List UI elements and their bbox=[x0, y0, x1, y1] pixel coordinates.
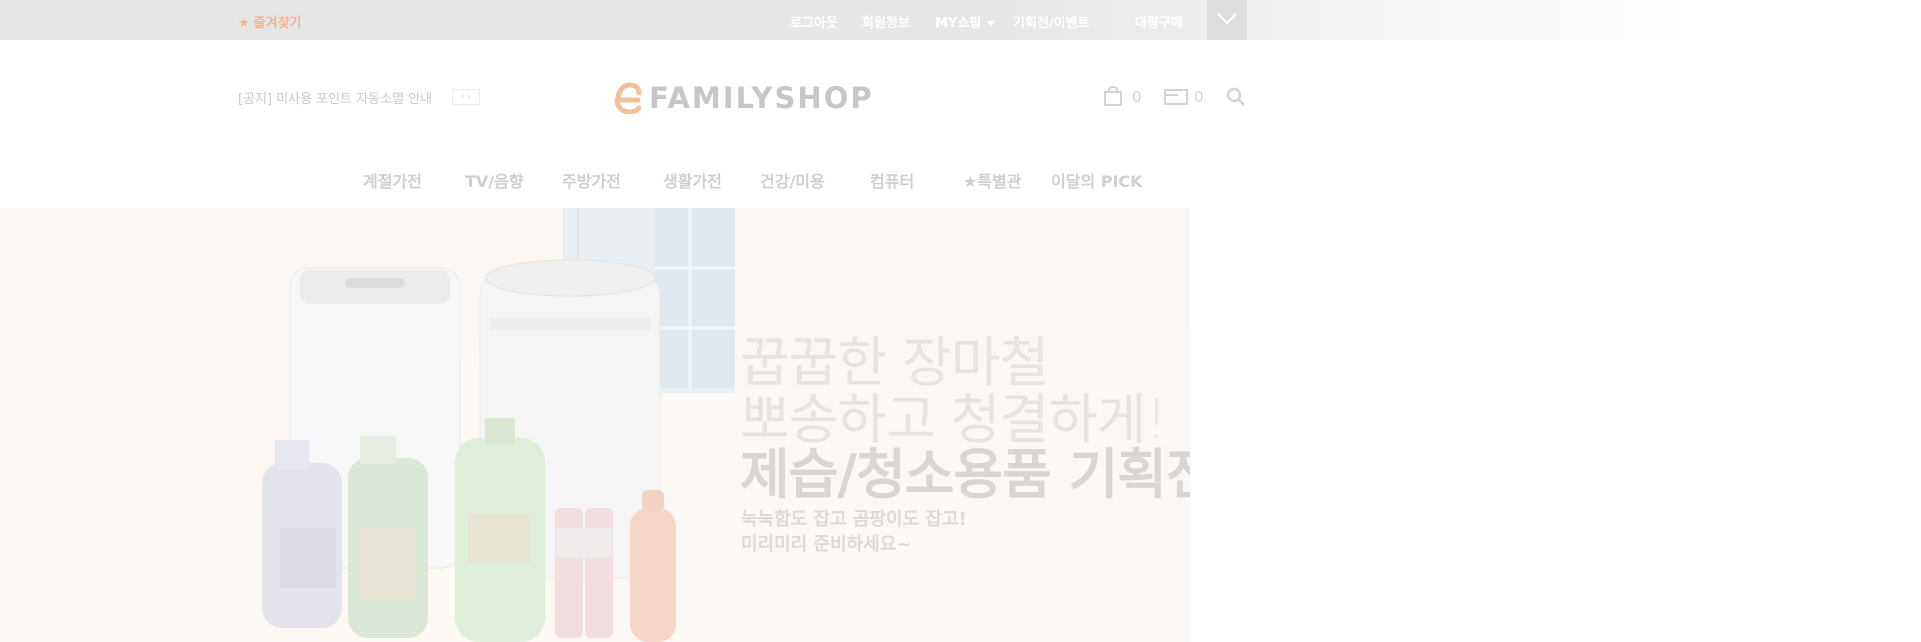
logout-link[interactable]: 로그아웃 bbox=[790, 12, 838, 31]
nav-home-appliances[interactable]: 생활가전 bbox=[663, 168, 722, 192]
top-utility-bar: ★ 즐겨찾기 로그아웃 회원정보 MY쇼핑 기획전/이벤트 대량구매 bbox=[0, 0, 1921, 40]
nav-computer[interactable]: 컴퓨터 bbox=[870, 168, 914, 192]
product-image bbox=[262, 208, 735, 642]
nav-health-beauty[interactable]: 건강/미용 bbox=[760, 168, 825, 192]
nav-special-hall[interactable]: ★특별관 bbox=[963, 168, 1022, 192]
caret-down-icon bbox=[987, 21, 996, 26]
my-shopping-menu[interactable]: MY쇼핑 bbox=[935, 12, 996, 31]
favorite-label: 즐겨찾기 bbox=[253, 16, 302, 31]
member-info-link[interactable]: 회원정보 bbox=[862, 12, 910, 31]
favorite-link[interactable]: ★ 즐겨찾기 bbox=[238, 12, 302, 31]
notice-ticker[interactable]: [공지] 미사용 포인트 자동소멸 안내 bbox=[238, 88, 432, 107]
star-icon: ★ bbox=[238, 16, 250, 31]
logo-text: FAMILYSHOP bbox=[649, 81, 874, 115]
nav-seasonal-appliances[interactable]: 계절가전 bbox=[363, 168, 422, 192]
main-navigation: 계절가전 TV/음향 주방가전 생활가전 건강/미용 컴퓨터 ★특별관 이달의 … bbox=[0, 168, 1921, 208]
banner-subtitle-2: 미리미리 준비하세요~ bbox=[741, 534, 912, 555]
event-link[interactable]: 기획전/이벤트 bbox=[1013, 12, 1090, 31]
expand-toggle-button[interactable] bbox=[1207, 0, 1247, 40]
bulk-purchase-link[interactable]: 대량구매 bbox=[1135, 12, 1183, 31]
site-logo[interactable]: FAMILYSHOP bbox=[612, 80, 872, 118]
main-banner[interactable]: 꿉꿉한 장마철 뽀송하고 청결하게! 제습/청소용품 기획전 눅눅함도 잡고 곰… bbox=[0, 208, 1190, 642]
cart-count: 0 bbox=[1132, 88, 1142, 106]
my-shopping-label: MY쇼핑 bbox=[935, 16, 982, 31]
coupon-count: 0 bbox=[1194, 88, 1204, 106]
nav-monthly-pick[interactable]: 이달의 PICK bbox=[1051, 168, 1143, 192]
notice-nav-buttons[interactable]: ‹ › bbox=[452, 89, 480, 105]
chevron-down-icon bbox=[1217, 13, 1237, 25]
banner-side-area bbox=[1190, 208, 1921, 642]
coupon-icon[interactable] bbox=[1164, 88, 1188, 106]
banner-title: 제습/청소용품 기획전 bbox=[740, 443, 1190, 506]
nav-tv-audio[interactable]: TV/음향 bbox=[465, 168, 524, 192]
banner-subtitle-1: 눅눅함도 잡고 곰팡이도 잡고! bbox=[741, 509, 967, 530]
cart-icon[interactable] bbox=[1104, 86, 1122, 106]
nav-kitchen-appliances[interactable]: 주방가전 bbox=[562, 168, 621, 192]
logo-e-icon bbox=[614, 82, 642, 115]
search-icon[interactable] bbox=[1226, 87, 1246, 107]
